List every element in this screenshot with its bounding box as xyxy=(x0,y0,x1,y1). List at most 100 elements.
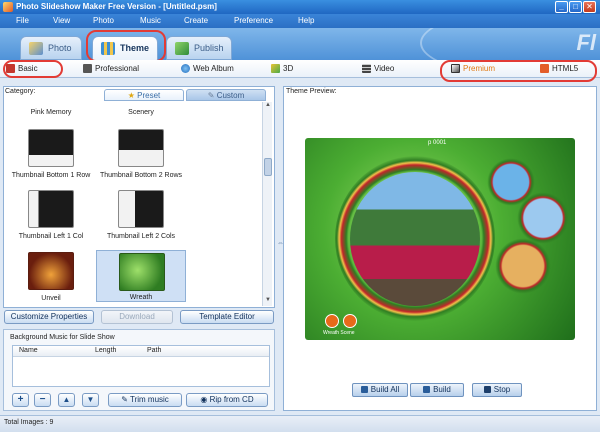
subtab-web-album-label: Web Album xyxy=(193,64,234,73)
menu-view[interactable]: View xyxy=(53,16,70,25)
col-path[interactable]: Path xyxy=(147,347,161,354)
camera-icon xyxy=(83,64,92,73)
build-all-button[interactable]: Build All xyxy=(352,383,408,397)
tab-photo-label: Photo xyxy=(48,43,72,53)
trim-music-button[interactable]: ✎ Trim music xyxy=(108,393,182,407)
tab-custom-label: Custom xyxy=(216,91,245,100)
music-table[interactable]: Name Length Path xyxy=(12,345,270,387)
theme-thumbnail-bottom-2-rows[interactable]: Thumbnail Bottom 2 Rows xyxy=(98,127,184,179)
tab-photo[interactable]: Photo xyxy=(20,36,82,60)
globe-icon xyxy=(181,64,190,73)
theme-unveil[interactable]: Unveil xyxy=(8,250,94,302)
download-button[interactable]: Download xyxy=(101,310,173,324)
theme-name: Pink Memory xyxy=(30,109,72,116)
build-button[interactable]: Build xyxy=(410,383,464,397)
subtab-web-album[interactable]: Web Album xyxy=(181,64,234,73)
theme-thumbnail-left-2-cols[interactable]: Thumbnail Left 2 Cols xyxy=(98,188,184,240)
menu-create[interactable]: Create xyxy=(184,16,208,25)
scroll-down-icon[interactable]: ▼ xyxy=(264,297,272,306)
theme-name: Thumbnail Left 2 Cols xyxy=(106,233,176,240)
menu-help[interactable]: Help xyxy=(298,16,314,25)
scroll-up-icon[interactable]: ▲ xyxy=(264,102,272,111)
theme-highlight-oval xyxy=(86,30,166,62)
subtab-3d[interactable]: 3D xyxy=(271,64,293,73)
cd-icon: ◉ xyxy=(200,395,210,404)
custom-brush-icon: ✎ xyxy=(207,91,217,100)
publish-icon xyxy=(175,42,189,55)
rip-from-cd-button[interactable]: ◉ Rip from CD xyxy=(186,393,268,407)
category-label: Category: xyxy=(5,88,36,95)
theme-name: Thumbnail Bottom 2 Rows xyxy=(99,172,183,179)
theme-name: Thumbnail Bottom 1 Row xyxy=(11,172,91,179)
music-legend: Background Music for Slide Show xyxy=(10,334,115,341)
theme-wreath[interactable]: Wreath xyxy=(96,250,186,302)
menu-file[interactable]: File xyxy=(16,16,29,25)
build-all-icon xyxy=(360,386,368,393)
tab-publish-label: Publish xyxy=(194,43,224,53)
pause-control-icon[interactable] xyxy=(343,314,357,328)
scroll-thumb[interactable] xyxy=(264,158,272,176)
subtab-professional-label: Professional xyxy=(95,64,140,73)
theme-list-scrollbar[interactable]: ▲ ▼ xyxy=(262,102,272,306)
preview-page-number: p 0001 xyxy=(428,140,447,146)
subtab-video-label: Video xyxy=(374,64,395,73)
theme-pink-memory[interactable]: Pink Memory xyxy=(8,102,94,116)
3d-icon xyxy=(271,64,280,73)
theme-thumbnail-left-1-col[interactable]: Thumbnail Left 1 Col xyxy=(8,188,94,240)
theme-thumbnail xyxy=(28,190,74,228)
add-music-button[interactable]: + xyxy=(12,393,29,407)
build-label: Build xyxy=(433,385,451,394)
theme-name: Scenery xyxy=(128,109,154,116)
build-icon xyxy=(423,386,431,393)
build-all-label: Build All xyxy=(370,385,400,394)
rip-from-cd-label: Rip from CD xyxy=(209,395,254,404)
customize-properties-button[interactable]: Customize Properties xyxy=(4,310,94,324)
basic-highlight-oval xyxy=(3,60,63,78)
template-editor-button[interactable]: Template Editor xyxy=(180,310,274,324)
side-wreath-2 xyxy=(517,192,569,244)
subtab-3d-label: 3D xyxy=(283,64,294,73)
theme-preview-label: Theme Preview: xyxy=(286,88,337,95)
theme-thumbnail-bottom-1-row[interactable]: Thumbnail Bottom 1 Row xyxy=(8,127,94,179)
stop-icon xyxy=(483,386,491,393)
theme-scenery[interactable]: Scenery xyxy=(98,102,184,116)
title-bar: Photo Slideshow Maker Free Version - [Un… xyxy=(0,0,600,14)
remove-music-button[interactable]: − xyxy=(34,393,51,407)
col-name[interactable]: Name xyxy=(19,347,38,354)
move-up-button[interactable]: ▲ xyxy=(58,393,75,407)
status-bar: Total Images : 9 xyxy=(0,415,600,432)
tab-publish[interactable]: Publish xyxy=(166,36,232,60)
tab-custom[interactable]: ✎ Custom xyxy=(186,89,266,101)
subtab-professional[interactable]: Professional xyxy=(83,64,139,73)
minimize-button[interactable]: _ xyxy=(555,1,568,13)
scissors-icon: ✎ xyxy=(121,395,130,404)
film-icon xyxy=(362,64,371,73)
close-button[interactable]: ✕ xyxy=(583,1,596,13)
trim-music-label: Trim music xyxy=(129,395,169,404)
col-length[interactable]: Length xyxy=(95,347,116,354)
theme-name: Thumbnail Left 1 Col xyxy=(18,233,84,240)
window-title: Photo Slideshow Maker Free Version - [Un… xyxy=(16,2,217,11)
menu-photo[interactable]: Photo xyxy=(93,16,114,25)
premium-html5-highlight-oval xyxy=(440,60,597,82)
move-down-button[interactable]: ▼ xyxy=(82,393,99,407)
preset-star-icon: ★ xyxy=(127,91,138,100)
stop-button[interactable]: Stop xyxy=(472,383,522,397)
maximize-button[interactable]: □ xyxy=(569,1,582,13)
side-wreath-3 xyxy=(495,238,551,294)
tab-preset[interactable]: ★ Preset xyxy=(104,89,184,101)
photo-icon xyxy=(29,42,43,55)
play-control-icon[interactable] xyxy=(325,314,339,328)
stop-label: Stop xyxy=(493,385,511,394)
banner-logo: Fl xyxy=(576,30,596,55)
menu-preference[interactable]: Preference xyxy=(234,16,273,25)
theme-preview-image: p 0001 Wreath Scene xyxy=(305,138,575,340)
theme-thumbnail xyxy=(118,129,164,167)
theme-name: Unveil xyxy=(41,295,61,302)
total-images-status: Total Images : 9 xyxy=(4,419,54,426)
menu-bar: File View Photo Music Create Preference … xyxy=(0,14,600,28)
subtab-video[interactable]: Video xyxy=(362,64,394,73)
theme-thumbnail xyxy=(28,252,74,290)
menu-music[interactable]: Music xyxy=(140,16,161,25)
theme-thumbnail xyxy=(119,253,165,291)
